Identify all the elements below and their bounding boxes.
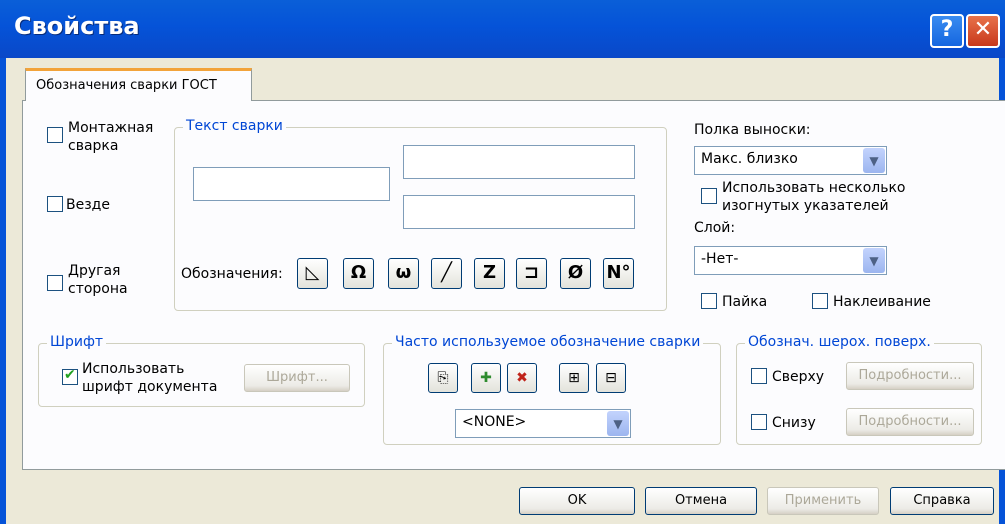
weld-text-upper-input[interactable] bbox=[403, 145, 635, 179]
properties-dialog: Свойства ? ✕ Обозначения сварки ГОСТ Мон… bbox=[0, 0, 1005, 524]
omega-symbol-button[interactable]: Ω bbox=[343, 258, 374, 289]
window-title: Свойства bbox=[14, 12, 140, 40]
solder-label: Пайка bbox=[722, 294, 768, 310]
help-icon[interactable]: ? bbox=[930, 14, 964, 48]
window-frame-left bbox=[0, 58, 6, 524]
weld-text-legend: Текст сварки bbox=[183, 118, 286, 134]
use-doc-font-label-2: шрифт документа bbox=[82, 379, 218, 395]
cancel-button[interactable]: Отмена bbox=[645, 487, 757, 515]
roughness-bottom-checkbox[interactable] bbox=[751, 414, 767, 430]
roughness-top-label: Сверху bbox=[772, 369, 825, 385]
fillet-symbol-button[interactable]: ◺ bbox=[297, 258, 328, 289]
slash-symbol-button[interactable]: ╱ bbox=[431, 258, 462, 289]
symbols-label: Обозначения: bbox=[181, 266, 283, 282]
layer-select-value: -Нет- bbox=[701, 251, 739, 267]
weld-text-left-input[interactable] bbox=[193, 167, 390, 201]
shelf-select-value: Макс. близко bbox=[701, 151, 798, 167]
ok-button[interactable]: OK bbox=[519, 487, 635, 515]
add-weld-icon[interactable]: ✚ bbox=[471, 363, 501, 393]
other-side-checkbox[interactable] bbox=[47, 275, 63, 291]
mount-weld-checkbox[interactable] bbox=[47, 127, 63, 143]
roughness-legend: Обознач. шерох. поверх. bbox=[745, 334, 934, 350]
roughness-top-checkbox[interactable] bbox=[751, 368, 767, 384]
chevron-down-icon[interactable]: ▼ bbox=[863, 148, 885, 173]
mount-weld-label-2: сварка bbox=[68, 138, 119, 154]
frequent-weld-select-value: <NONE> bbox=[462, 414, 527, 430]
roughness-top-details-button[interactable]: Подробности... bbox=[846, 362, 974, 390]
shelf-label: Полка выноски: bbox=[694, 122, 811, 138]
layer-label: Слой: bbox=[694, 220, 736, 236]
solder-checkbox[interactable] bbox=[701, 293, 717, 309]
shelf-select[interactable]: Макс. близко ▼ bbox=[694, 146, 887, 175]
multi-leader-label-2: изогнутых указателей bbox=[722, 198, 889, 214]
everywhere-label: Везде bbox=[66, 197, 110, 213]
other-side-label-2: сторона bbox=[68, 281, 128, 297]
delete-weld-icon[interactable]: ✖ bbox=[507, 363, 537, 393]
mount-weld-label-1: Монтажная bbox=[68, 120, 154, 136]
multi-leader-checkbox[interactable] bbox=[701, 188, 717, 204]
chevron-down-icon[interactable]: ▼ bbox=[863, 248, 885, 273]
frequent-weld-select[interactable]: <NONE> ▼ bbox=[455, 409, 631, 438]
roughness-bottom-label: Снизу bbox=[772, 415, 816, 431]
apply-weld-icon[interactable]: ⎘ bbox=[428, 363, 458, 393]
glue-checkbox[interactable] bbox=[812, 293, 828, 309]
title-bar[interactable]: Свойства ? ✕ bbox=[0, 0, 1005, 58]
apply-button[interactable]: Применить bbox=[767, 487, 879, 515]
tab-gost-weld[interactable]: Обозначения сварки ГОСТ bbox=[25, 68, 252, 101]
help-button[interactable]: Справка bbox=[890, 487, 994, 515]
weld-text-lower-input[interactable] bbox=[403, 195, 635, 229]
layer-select[interactable]: -Нет- ▼ bbox=[694, 246, 887, 275]
frequent-weld-legend: Часто используемое обозначение сварки bbox=[392, 334, 704, 350]
chevron-down-icon[interactable]: ▼ bbox=[607, 411, 629, 436]
z-symbol-button[interactable]: Z bbox=[474, 258, 505, 289]
glue-label: Наклеивание bbox=[833, 294, 931, 310]
omega-small-symbol-button[interactable]: ω bbox=[388, 258, 419, 289]
number-symbol-button[interactable]: N° bbox=[603, 258, 634, 289]
everywhere-checkbox[interactable] bbox=[47, 196, 63, 212]
other-side-label-1: Другая bbox=[68, 263, 121, 279]
roughness-bottom-details-button[interactable]: Подробности... bbox=[846, 408, 974, 436]
multi-leader-label-1: Использовать несколько bbox=[722, 180, 906, 196]
use-doc-font-checkbox[interactable] bbox=[62, 367, 78, 385]
close-icon[interactable]: ✕ bbox=[966, 14, 1000, 48]
load-weld-icon[interactable]: ⊟ bbox=[596, 363, 626, 393]
save-weld-icon[interactable]: ⊞ bbox=[559, 363, 589, 393]
use-doc-font-label-1: Использовать bbox=[82, 361, 185, 377]
bracket-symbol-button[interactable]: ⊐ bbox=[516, 258, 547, 289]
font-legend: Шрифт bbox=[47, 334, 107, 350]
font-button[interactable]: Шрифт... bbox=[244, 364, 350, 392]
diameter-symbol-button[interactable]: Ø bbox=[560, 258, 591, 289]
